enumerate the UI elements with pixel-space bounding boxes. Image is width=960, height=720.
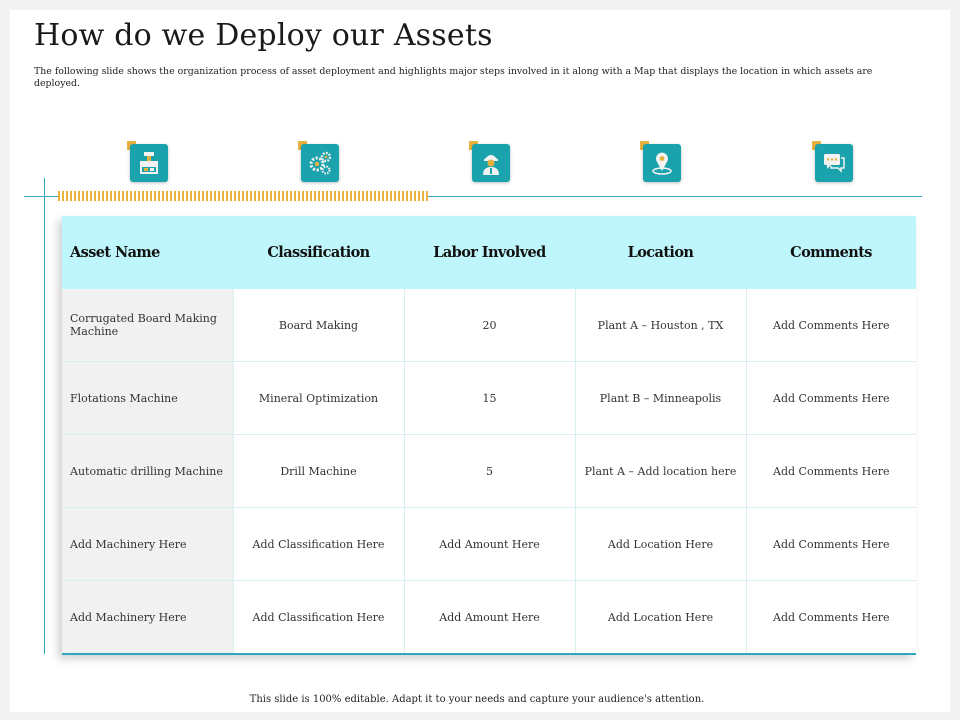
- asset-name-cell: Add Machinery Here: [62, 507, 234, 581]
- gears-icon: [298, 141, 341, 184]
- comments-cell: Add Comments Here: [746, 507, 916, 581]
- header-asset-name: Asset Name: [62, 216, 233, 289]
- asset-name-cell: Add Machinery Here: [62, 580, 234, 655]
- chat-icon: [812, 141, 855, 184]
- classification-cell: Add Classification Here: [233, 580, 405, 655]
- asset-name-cell: Corrugated Board Making Machine: [62, 289, 234, 362]
- header-classification: Classification: [233, 216, 404, 289]
- table-row: Corrugated Board Making Machine Board Ma…: [62, 289, 916, 362]
- classification-cell: Drill Machine: [233, 434, 405, 508]
- table-header-row: Asset Name Classification Labor Involved…: [62, 216, 916, 289]
- comments-cell: Add Comments Here: [746, 434, 916, 508]
- location-cell: Add Location Here: [575, 507, 747, 581]
- location-cell: Add Location Here: [575, 580, 747, 655]
- comments-cell: Add Comments Here: [746, 580, 916, 655]
- table-row: Automatic drilling Machine Drill Machine…: [62, 434, 916, 508]
- striped-bar: [58, 191, 428, 201]
- footer-note: This slide is 100% editable. Adapt it to…: [249, 694, 705, 705]
- location-cell: Plant A – Add location here: [575, 434, 747, 508]
- labor-cell: 15: [404, 361, 576, 435]
- labor-cell: 5: [404, 434, 576, 508]
- labor-cell: Add Amount Here: [404, 507, 576, 581]
- classification-cell: Board Making: [233, 289, 405, 362]
- comments-cell: Add Comments Here: [746, 289, 916, 362]
- location-pin-icon: [640, 141, 683, 184]
- asset-name-cell: Automatic drilling Machine: [62, 434, 234, 508]
- classification-cell: Mineral Optimization: [233, 361, 405, 435]
- page-title: How do we Deploy our Assets: [34, 18, 493, 53]
- header-comments: Comments: [746, 216, 916, 289]
- table-row: Flotations Machine Mineral Optimization …: [62, 361, 916, 435]
- worker-icon: [469, 141, 512, 184]
- header-location: Location: [575, 216, 746, 289]
- assets-table: Asset Name Classification Labor Involved…: [62, 216, 916, 655]
- page-subtitle: The following slide shows the organizati…: [34, 66, 873, 89]
- labor-cell: 20: [404, 289, 576, 362]
- location-cell: Plant A – Houston , TX: [575, 289, 747, 362]
- slide: How do we Deploy our Assets The followin…: [10, 10, 950, 712]
- classification-cell: Add Classification Here: [233, 507, 405, 581]
- header-labor-involved: Labor Involved: [404, 216, 575, 289]
- table-row: Add Machinery Here Add Classification He…: [62, 507, 916, 581]
- location-cell: Plant B – Minneapolis: [575, 361, 747, 435]
- table-row: Add Machinery Here Add Classification He…: [62, 580, 916, 655]
- vertical-line: [44, 178, 45, 654]
- labor-cell: Add Amount Here: [404, 580, 576, 655]
- machine-icon: [127, 141, 170, 184]
- comments-cell: Add Comments Here: [746, 361, 916, 435]
- asset-name-cell: Flotations Machine: [62, 361, 234, 435]
